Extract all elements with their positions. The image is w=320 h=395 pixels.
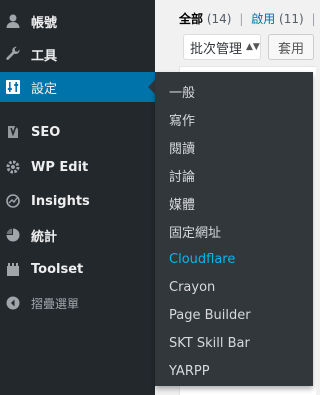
sidebar-item-account[interactable]: 帳號 — [0, 6, 155, 36]
filter-all-link[interactable]: 全部 — [179, 12, 203, 26]
pie-chart-icon — [4, 226, 22, 244]
filter-enabled-link[interactable]: 啟用 — [251, 12, 275, 26]
sidebar-item-label: 統計 — [31, 229, 58, 245]
sidebar-item-label: SEO — [31, 124, 61, 140]
sidebar-item-label: 設定 — [31, 81, 58, 97]
select-arrows-icon: ▲▼ — [246, 42, 260, 52]
sidebar-item-tools[interactable]: 工具 — [0, 39, 155, 69]
wp-admin-screen: 全部 (14) | 啟用 (11) | 未 批次管理 ▲▼ 套用 帳號 工具 — [0, 0, 316, 395]
user-icon — [4, 12, 22, 30]
wrench-icon — [4, 45, 22, 63]
submenu-item-cloudflare[interactable]: Cloudflare — [169, 249, 235, 269]
sidebar-item-settings[interactable]: 設定 — [0, 72, 155, 102]
submenu-pointer — [148, 80, 155, 94]
bulk-action-value: 批次管理 — [190, 41, 243, 57]
filter-separator: | — [311, 12, 316, 26]
sidebar-item-stats[interactable]: 統計 — [0, 220, 155, 250]
submenu-item-page-builder[interactable]: Page Builder — [169, 305, 251, 325]
sidebar-item-label: Insights — [31, 193, 90, 209]
sidebar-item-wp-edit[interactable]: WP Edit — [0, 152, 155, 182]
filter-separator: | — [239, 12, 244, 26]
plugin-status-filters: 全部 (14) | 啟用 (11) | 未 — [179, 10, 316, 27]
collapse-arrow-icon — [4, 294, 22, 312]
sidebar-item-label: 摺疊選單 — [31, 296, 80, 311]
submenu-item-skt-skill-bar[interactable]: SKT Skill Bar — [169, 333, 250, 353]
sidebar-item-label: 帳號 — [31, 15, 58, 31]
submenu-item-crayon[interactable]: Crayon — [169, 277, 215, 297]
sidebar-item-seo[interactable]: SEO — [0, 117, 155, 147]
sidebar-item-label: WP Edit — [31, 159, 89, 175]
submenu-item-reading[interactable]: 閱讀 — [169, 137, 195, 157]
admin-sidebar: 帳號 工具 設定 SEO WP Edit Insights 統計 Toolset… — [0, 0, 155, 395]
submenu-item-discussion[interactable]: 討論 — [169, 165, 195, 185]
submenu-item-media[interactable]: 媒體 — [169, 193, 195, 213]
settings-sliders-icon — [4, 78, 22, 96]
yoast-icon — [4, 123, 22, 141]
sidebar-item-label: Toolset — [31, 261, 84, 277]
insights-icon — [4, 192, 22, 210]
bulk-action-select[interactable]: 批次管理 ▲▼ — [183, 34, 261, 60]
submenu-item-general[interactable]: 一般 — [169, 81, 195, 101]
submenu-item-permalinks[interactable]: 固定網址 — [169, 221, 221, 241]
settings-submenu: 一般 寫作 閱讀 討論 媒體 固定網址 Cloudflare Crayon Pa… — [155, 72, 313, 386]
sidebar-item-insights[interactable]: Insights — [0, 186, 155, 216]
toolset-icon — [4, 260, 22, 278]
filter-all-count: (14) — [206, 12, 232, 26]
sidebar-item-toolset[interactable]: Toolset — [0, 254, 155, 284]
apply-button[interactable]: 套用 — [268, 34, 314, 60]
filter-enabled-count: (11) — [279, 12, 304, 26]
sidebar-item-label: 工具 — [31, 48, 58, 64]
submenu-item-yarpp[interactable]: YARPP — [169, 361, 210, 381]
gear-icon — [4, 158, 22, 176]
submenu-item-writing[interactable]: 寫作 — [169, 109, 195, 129]
collapse-menu-button[interactable]: 摺疊選單 — [0, 288, 155, 318]
